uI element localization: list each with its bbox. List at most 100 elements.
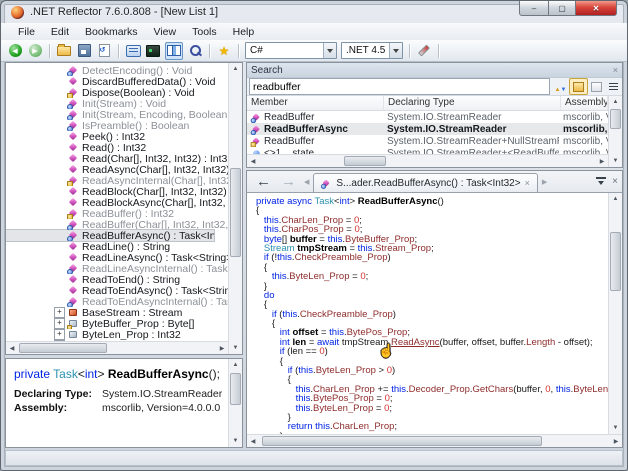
title-bar[interactable]: .NET Reflector 7.6.0.808 - [New List 1] …	[1, 1, 627, 23]
menu-item-tools[interactable]: Tools	[185, 25, 224, 39]
column-header-assembly[interactable]: Assembly	[561, 96, 608, 110]
code-vertical-scrollbar[interactable]: ▲ ▼	[608, 193, 622, 434]
bookmarks-button[interactable]: ★	[216, 43, 232, 59]
code-close-icon[interactable]: ×	[612, 176, 618, 187]
column-header-declaring-type[interactable]: Declaring Type	[384, 96, 561, 110]
tree-item[interactable]: Peek() : Int32	[6, 131, 228, 142]
history-back-icon[interactable]: ←	[251, 173, 276, 191]
tree-item[interactable]: ReadBuffer() : Int32	[6, 208, 228, 219]
tree-item[interactable]: +ByteLen_Prop : Int32	[6, 329, 228, 340]
scroll-left-icon[interactable]: ◀	[6, 342, 18, 354]
tree-vertical-scrollbar[interactable]: ▲ ▼	[228, 63, 242, 354]
disassembler-button[interactable]	[145, 43, 161, 59]
tree-item[interactable]: ReadBlock(Char[], Int32, Int32) : Int32	[6, 186, 228, 197]
tab-close-icon[interactable]: ×	[525, 178, 530, 188]
tree-item[interactable]: ReadToEndAsync() : Task<String>	[6, 285, 228, 296]
tree-item[interactable]: ReadLineAsyncInternal() : Task<String>	[6, 263, 228, 274]
search-strings-toggle[interactable]	[605, 79, 622, 94]
readasync-link[interactable]: ReadAsync	[391, 338, 440, 347]
scrollbar-thumb[interactable]	[610, 232, 621, 292]
search-members-toggle[interactable]	[569, 78, 588, 95]
scroll-down-icon[interactable]: ▼	[610, 155, 622, 167]
tree-item[interactable]: DiscardBufferedData() : Void	[6, 76, 228, 87]
tree-item[interactable]: ReadBlockAsync(Char[], Int32, Int32) : T…	[6, 197, 228, 208]
scroll-up-icon[interactable]: ▲	[610, 96, 622, 108]
result-row[interactable]: <>1__stateSystem.IO.StreamReader+<ReadBu…	[247, 147, 608, 154]
scrollbar-thumb[interactable]	[262, 436, 542, 446]
scrollbar-thumb[interactable]	[610, 109, 621, 129]
results-vertical-scrollbar[interactable]: ▲ ▼	[608, 96, 622, 167]
search-close-icon[interactable]: ×	[613, 65, 618, 75]
tree-item[interactable]: ReadToEnd() : String	[6, 274, 228, 285]
maximize-button[interactable]: ▢	[549, 1, 576, 16]
expand-icon[interactable]: +	[54, 318, 65, 329]
scroll-up-icon[interactable]: ▲	[230, 359, 242, 371]
code-horizontal-scrollbar[interactable]: ◀ ▶	[247, 434, 622, 447]
forward-button[interactable]: ▶	[27, 43, 43, 59]
scroll-right-icon[interactable]: ▶	[610, 435, 622, 447]
scroll-down-icon[interactable]: ▼	[230, 435, 242, 447]
menu-item-bookmarks[interactable]: Bookmarks	[78, 25, 145, 39]
tree-item[interactable]: Init(Stream, Encoding, Boolean, Int32, B…	[6, 109, 228, 120]
scroll-up-icon[interactable]: ▲	[230, 63, 242, 75]
tree-item[interactable]: ReadLine() : String	[6, 241, 228, 252]
framework-select[interactable]: .NET 4.5	[341, 42, 403, 59]
menu-item-view[interactable]: View	[147, 25, 184, 39]
results-horizontal-scrollbar[interactable]: ◀ ▶	[247, 154, 608, 167]
column-header-member[interactable]: Member	[247, 96, 384, 110]
split-view-button[interactable]	[165, 42, 183, 60]
tree-item[interactable]: ReadAsync(Char[], Int32, Int32) : Task<I…	[6, 164, 228, 175]
menu-item-help[interactable]: Help	[226, 25, 262, 39]
scroll-right-icon[interactable]: ▶	[596, 155, 608, 167]
tree-item[interactable]: +ByteBuffer_Prop : Byte[]	[6, 318, 228, 329]
tree-item[interactable]: ReadBuffer(Char[], Int32, Int32, Boolean…	[6, 219, 228, 230]
scroll-right-icon[interactable]: ▶	[216, 342, 228, 354]
tree-item[interactable]: Dispose(Boolean) : Void	[6, 87, 228, 98]
scroll-left-icon[interactable]: ◀	[247, 155, 259, 167]
assembly-list-button[interactable]	[125, 43, 141, 59]
menu-item-edit[interactable]: Edit	[44, 25, 76, 39]
save-button[interactable]	[76, 43, 92, 59]
search-types-toggle[interactable]	[588, 79, 605, 94]
tree-item[interactable]: ReadToEndAsyncInternal() : Task<String>	[6, 296, 228, 307]
tree-item[interactable]: Read(Char[], Int32, Int32) : Int32	[6, 153, 228, 164]
sort-results-button[interactable]	[552, 79, 569, 94]
scrollbar-thumb[interactable]	[344, 156, 386, 166]
tree-item[interactable]: ReadLineAsync() : Task<String>	[6, 252, 228, 263]
expand-icon[interactable]: +	[54, 329, 65, 340]
language-select[interactable]: C#	[245, 42, 337, 59]
tree-horizontal-scrollbar[interactable]: ◀ ▶	[6, 341, 228, 354]
code-view[interactable]: ☝ private async Task<int> ReadBufferAsyn…	[247, 193, 608, 434]
scroll-left-icon[interactable]: ◀	[247, 435, 259, 447]
tree-item[interactable]: ReadBufferAsync() : Task<Int32>	[6, 230, 214, 241]
search-input[interactable]	[249, 78, 550, 95]
scrollbar-thumb[interactable]	[19, 343, 107, 353]
details-vertical-scrollbar[interactable]: ▲ ▼	[228, 359, 242, 447]
history-forward-icon[interactable]: →	[276, 173, 301, 191]
result-row[interactable]: ReadBufferAsyncSystem.IO.StreamReadermsc…	[247, 123, 608, 135]
open-button[interactable]	[56, 43, 72, 59]
tab-list-icon[interactable]	[596, 177, 606, 186]
tree-item[interactable]: IsPreamble() : Boolean	[6, 120, 228, 131]
expand-icon[interactable]: +	[54, 307, 65, 318]
tab-scroll-left-icon[interactable]: ◀	[301, 178, 312, 186]
minimize-button[interactable]: –	[519, 1, 549, 16]
result-row[interactable]: ReadBufferSystem.IO.StreamReader+NullStr…	[247, 135, 608, 147]
tree-item[interactable]: Read() : Int32	[6, 142, 228, 153]
scroll-down-icon[interactable]: ▼	[230, 342, 242, 354]
tree-item[interactable]: DetectEncoding() : Void	[6, 65, 228, 76]
scrollbar-thumb[interactable]	[230, 373, 241, 405]
tab-scroll-right-icon[interactable]: ▶	[539, 178, 550, 186]
refresh-button[interactable]	[96, 43, 112, 59]
tree-item[interactable]: +BaseStream : Stream	[6, 307, 228, 318]
tree-item[interactable]: ReadAsyncInternal(Char[], Int32, Int32) …	[6, 175, 228, 186]
close-button[interactable]: ✕	[576, 1, 617, 16]
scrollbar-thumb[interactable]	[230, 168, 241, 257]
scroll-down-icon[interactable]: ▼	[610, 422, 622, 434]
tree-item[interactable]: Init(Stream) : Void	[6, 98, 228, 109]
search-button[interactable]	[187, 43, 203, 59]
analyzer-button[interactable]	[416, 43, 432, 59]
code-tab[interactable]: S...ader.ReadBufferAsync() : Task<Int32>…	[313, 173, 537, 192]
scroll-up-icon[interactable]: ▲	[610, 193, 622, 205]
result-row[interactable]: ReadBufferSystem.IO.StreamReadermscorlib…	[247, 111, 608, 123]
